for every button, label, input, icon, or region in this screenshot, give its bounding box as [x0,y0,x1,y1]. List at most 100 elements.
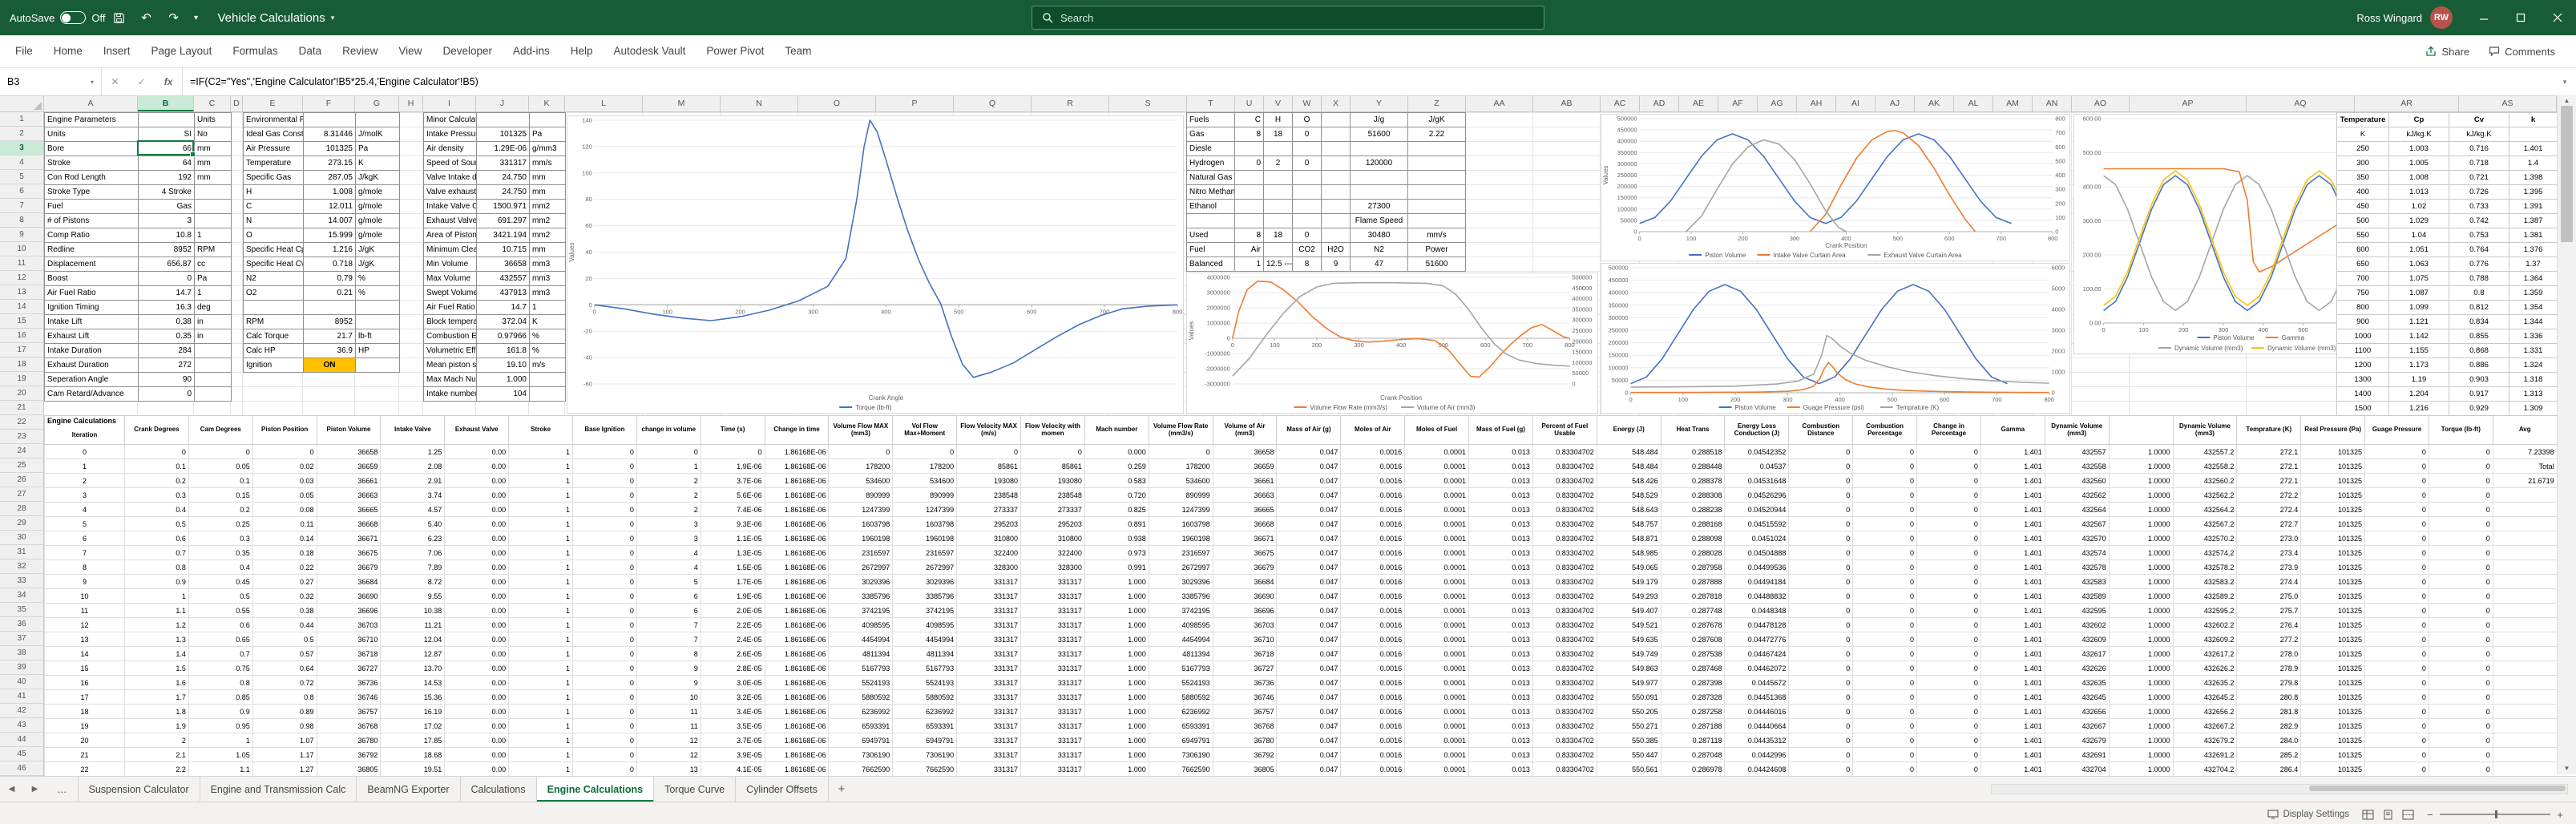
row-header-44[interactable]: 44 [0,733,43,747]
cell[interactable]: 1.86168E-06 [765,503,829,517]
cell[interactable]: 0.15 [188,488,252,503]
cell[interactable]: 0 [2365,748,2429,762]
name-box[interactable]: B3 ▾ [0,68,102,95]
cell[interactable]: 1.359 [2509,286,2558,301]
cell[interactable]: 0.0001 [1405,531,1469,546]
row-header-42[interactable]: 42 [0,704,43,718]
cell[interactable]: 0.04472776 [1725,632,1789,647]
column-header-T[interactable]: T [1187,96,1235,111]
cell[interactable] [2493,531,2557,546]
cell[interactable]: 36679 [317,560,381,575]
cell[interactable] [2493,503,2557,517]
cell[interactable]: 3.0E-05 [701,676,765,690]
cell[interactable]: 0.2 [125,474,189,488]
cell[interactable]: Ignition [244,358,304,373]
cell[interactable]: 0 [1917,575,1981,589]
cell[interactable]: 0.65 [188,632,252,647]
cell[interactable]: 0.83304702 [1532,719,1597,733]
cell[interactable]: 0.7 [125,546,189,560]
cell[interactable]: 0 [2429,762,2493,777]
cell[interactable]: 0 [1293,127,1322,142]
cell[interactable] [2493,632,2557,647]
horizontal-scroll-track[interactable] [1991,784,2568,794]
cell[interactable]: 101325 [477,127,530,142]
row-header-12[interactable]: 12 [0,271,43,285]
column-header-V[interactable]: V [1264,96,1293,111]
cell[interactable]: 2 [125,733,189,748]
cell[interactable]: mm3 [530,257,566,272]
cell[interactable]: 5 [636,575,701,589]
cell[interactable]: 1 [509,575,573,589]
cell[interactable]: 0.0016 [1341,690,1405,705]
cell[interactable]: 0.04526296 [1725,488,1789,503]
cell[interactable]: 1.0000 [2109,748,2173,762]
cell[interactable]: 36661 [1213,474,1277,488]
cell[interactable]: 0.00 [445,531,509,546]
cell[interactable]: 432557.2 [2173,445,2237,459]
cell[interactable]: 1.395 [2509,185,2558,200]
cell[interactable]: 0.938 [1084,531,1149,546]
cell[interactable]: 0 [2365,705,2429,719]
cell[interactable]: 0.287888 [1661,575,1725,589]
cell[interactable]: 0.047 [1277,474,1341,488]
cell[interactable]: 1603798 [893,517,957,531]
cell[interactable]: 1.121 [2389,315,2449,329]
cell[interactable]: 1 [636,459,701,474]
cell[interactable]: 331317 [1021,661,1085,676]
cell[interactable]: 1.0000 [2109,546,2173,560]
cell[interactable]: 0.0016 [1341,589,1405,604]
cell[interactable]: Air Fuel Ratio [424,301,477,315]
cell[interactable]: 432679.2 [2173,733,2237,748]
cell[interactable]: 4454994 [829,632,893,647]
cell[interactable]: 0.0001 [1405,459,1469,474]
cell[interactable]: 1.9E-05 [701,589,765,604]
cell[interactable]: 21 [45,748,125,762]
cell[interactable]: 3 [45,488,125,503]
cell[interactable]: 0 [1917,632,1981,647]
cell[interactable] [2509,127,2558,142]
cell[interactable]: 7.23398 [2493,445,2557,459]
cell[interactable]: 0 [1917,719,1981,733]
cell[interactable]: 0.288308 [1661,488,1725,503]
cell[interactable]: 101325 [2301,748,2365,762]
cell[interactable]: Stroke [45,156,139,171]
cell[interactable]: 0.891 [1084,517,1149,531]
cell[interactable]: 1.381 [2509,228,2558,243]
cell[interactable]: 101325 [2301,517,2365,531]
cell[interactable]: 11 [636,705,701,719]
cell[interactable]: Fuel [1187,243,1235,257]
cell[interactable]: 1 [509,618,573,632]
cell[interactable]: 432557 [2045,445,2109,459]
sheet-tab-calculations[interactable]: Calculations [461,777,537,802]
cell[interactable]: 0.013 [1469,632,1533,647]
cell[interactable]: 432583 [2045,575,2109,589]
cell[interactable]: 1500.971 [477,200,530,214]
cell[interactable]: 0.726 [2449,185,2509,200]
cell[interactable]: 2 [636,474,701,488]
cell[interactable]: 280.8 [2237,690,2301,705]
cell[interactable]: 0.0016 [1341,459,1405,474]
cell[interactable]: 2672997 [829,560,893,575]
row-header-35[interactable]: 35 [0,603,43,617]
cell[interactable] [1322,113,1351,127]
cell[interactable]: # of Pistons [45,214,139,228]
cell[interactable]: 1247399 [893,503,957,517]
cell[interactable]: 11 [45,604,125,618]
cell[interactable]: 1 [188,733,252,748]
cell[interactable]: 0.03 [252,474,317,488]
cell[interactable]: 432562.2 [2173,488,2237,503]
cell[interactable]: 432574 [2045,546,2109,560]
cell[interactable]: 331317 [477,156,530,171]
cell[interactable]: 4811394 [893,647,957,661]
cell[interactable]: 700 [2337,272,2389,286]
cell[interactable]: 7662590 [829,762,893,777]
column-header-S[interactable]: S [1109,96,1187,111]
cell[interactable]: g/mole [356,228,400,243]
cell[interactable]: 272 [139,358,195,373]
cell[interactable]: 331317 [1021,719,1085,733]
cell[interactable] [195,373,232,387]
cell[interactable]: 0 [573,690,637,705]
cell[interactable]: 0.0016 [1341,560,1405,575]
cell[interactable]: 1.000 [1084,676,1149,690]
cell[interactable]: Total [2493,459,2557,474]
